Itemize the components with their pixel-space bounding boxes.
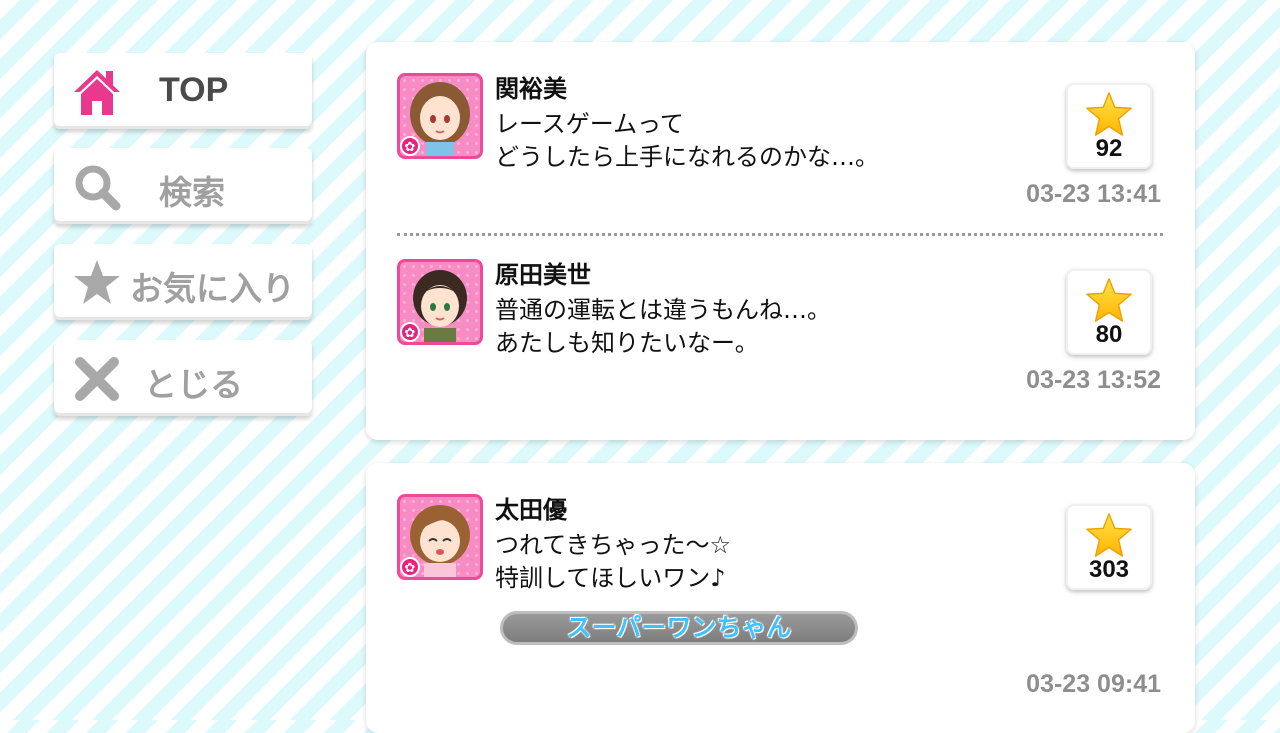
star-icon — [1086, 92, 1132, 136]
star-icon — [1086, 278, 1132, 322]
flower-badge-icon: ✿ — [400, 136, 420, 156]
message-line: あたしも知りたいなー。 — [495, 329, 759, 357]
like-button[interactable]: 80 — [1066, 269, 1152, 355]
nav-favorites-label: お気に入り — [130, 269, 295, 308]
thread-card: ✿ 太田優 つれてきちゃった〜☆ 特訓してほしいワン♪ 303 スーパーワンちゃ… — [366, 463, 1195, 733]
avatar[interactable]: ✿ — [397, 73, 483, 159]
post-timestamp: 03-23 13:41 — [1026, 180, 1161, 208]
close-icon — [72, 354, 122, 404]
post-item: ✿ 太田優 つれてきちゃった〜☆ 特訓してほしいワン♪ 303 スーパーワンちゃ… — [366, 463, 1195, 720]
poster-name: 関裕美 — [495, 75, 567, 103]
message-line: 普通の運転とは違うもんね…。 — [495, 296, 831, 324]
like-button[interactable]: 303 — [1066, 504, 1152, 590]
home-icon — [72, 67, 122, 117]
nav-top-button[interactable]: TOP — [54, 53, 312, 129]
flower-badge-icon: ✿ — [400, 557, 420, 577]
thread-card: ✿ 関裕美 レースゲームって どうしたら上手になれるのかな…。 92 03-23… — [366, 42, 1195, 440]
post-item: ✿ 原田美世 普通の運転とは違うもんね…。 あたしも知りたいなー。 80 03-… — [366, 228, 1195, 418]
star-icon — [1086, 513, 1132, 557]
nav-search-label: 検索 — [159, 173, 225, 212]
avatar[interactable]: ✿ — [397, 259, 483, 345]
message-line: レースゲームって — [495, 110, 684, 138]
nav-search-button[interactable]: 検索 — [54, 148, 312, 224]
like-count: 80 — [1095, 321, 1123, 348]
post-timestamp: 03-23 13:52 — [1026, 366, 1161, 394]
item-tag[interactable]: スーパーワンちゃん — [500, 611, 858, 645]
star-icon — [72, 258, 122, 308]
message-line: つれてきちゃった〜☆ — [495, 531, 732, 559]
search-icon — [72, 162, 122, 212]
nav-close-label: とじる — [144, 365, 243, 404]
post-timestamp: 03-23 09:41 — [1026, 670, 1161, 698]
like-count: 92 — [1095, 135, 1123, 162]
nav-top-label: TOP — [159, 71, 229, 109]
nav-close-button[interactable]: とじる — [54, 340, 312, 416]
post-item: ✿ 関裕美 レースゲームって どうしたら上手になれるのかな…。 92 03-23… — [366, 42, 1195, 232]
message-line: 特訓してほしいワン♪ — [495, 564, 726, 592]
message-line: どうしたら上手になれるのかな…。 — [495, 143, 879, 171]
poster-name: 原田美世 — [495, 261, 591, 289]
like-button[interactable]: 92 — [1066, 83, 1152, 169]
nav-favorites-button[interactable]: お気に入り — [54, 244, 312, 320]
like-count: 303 — [1088, 556, 1130, 583]
poster-name: 太田優 — [495, 496, 567, 524]
flower-badge-icon: ✿ — [400, 322, 420, 342]
avatar[interactable]: ✿ — [397, 494, 483, 580]
